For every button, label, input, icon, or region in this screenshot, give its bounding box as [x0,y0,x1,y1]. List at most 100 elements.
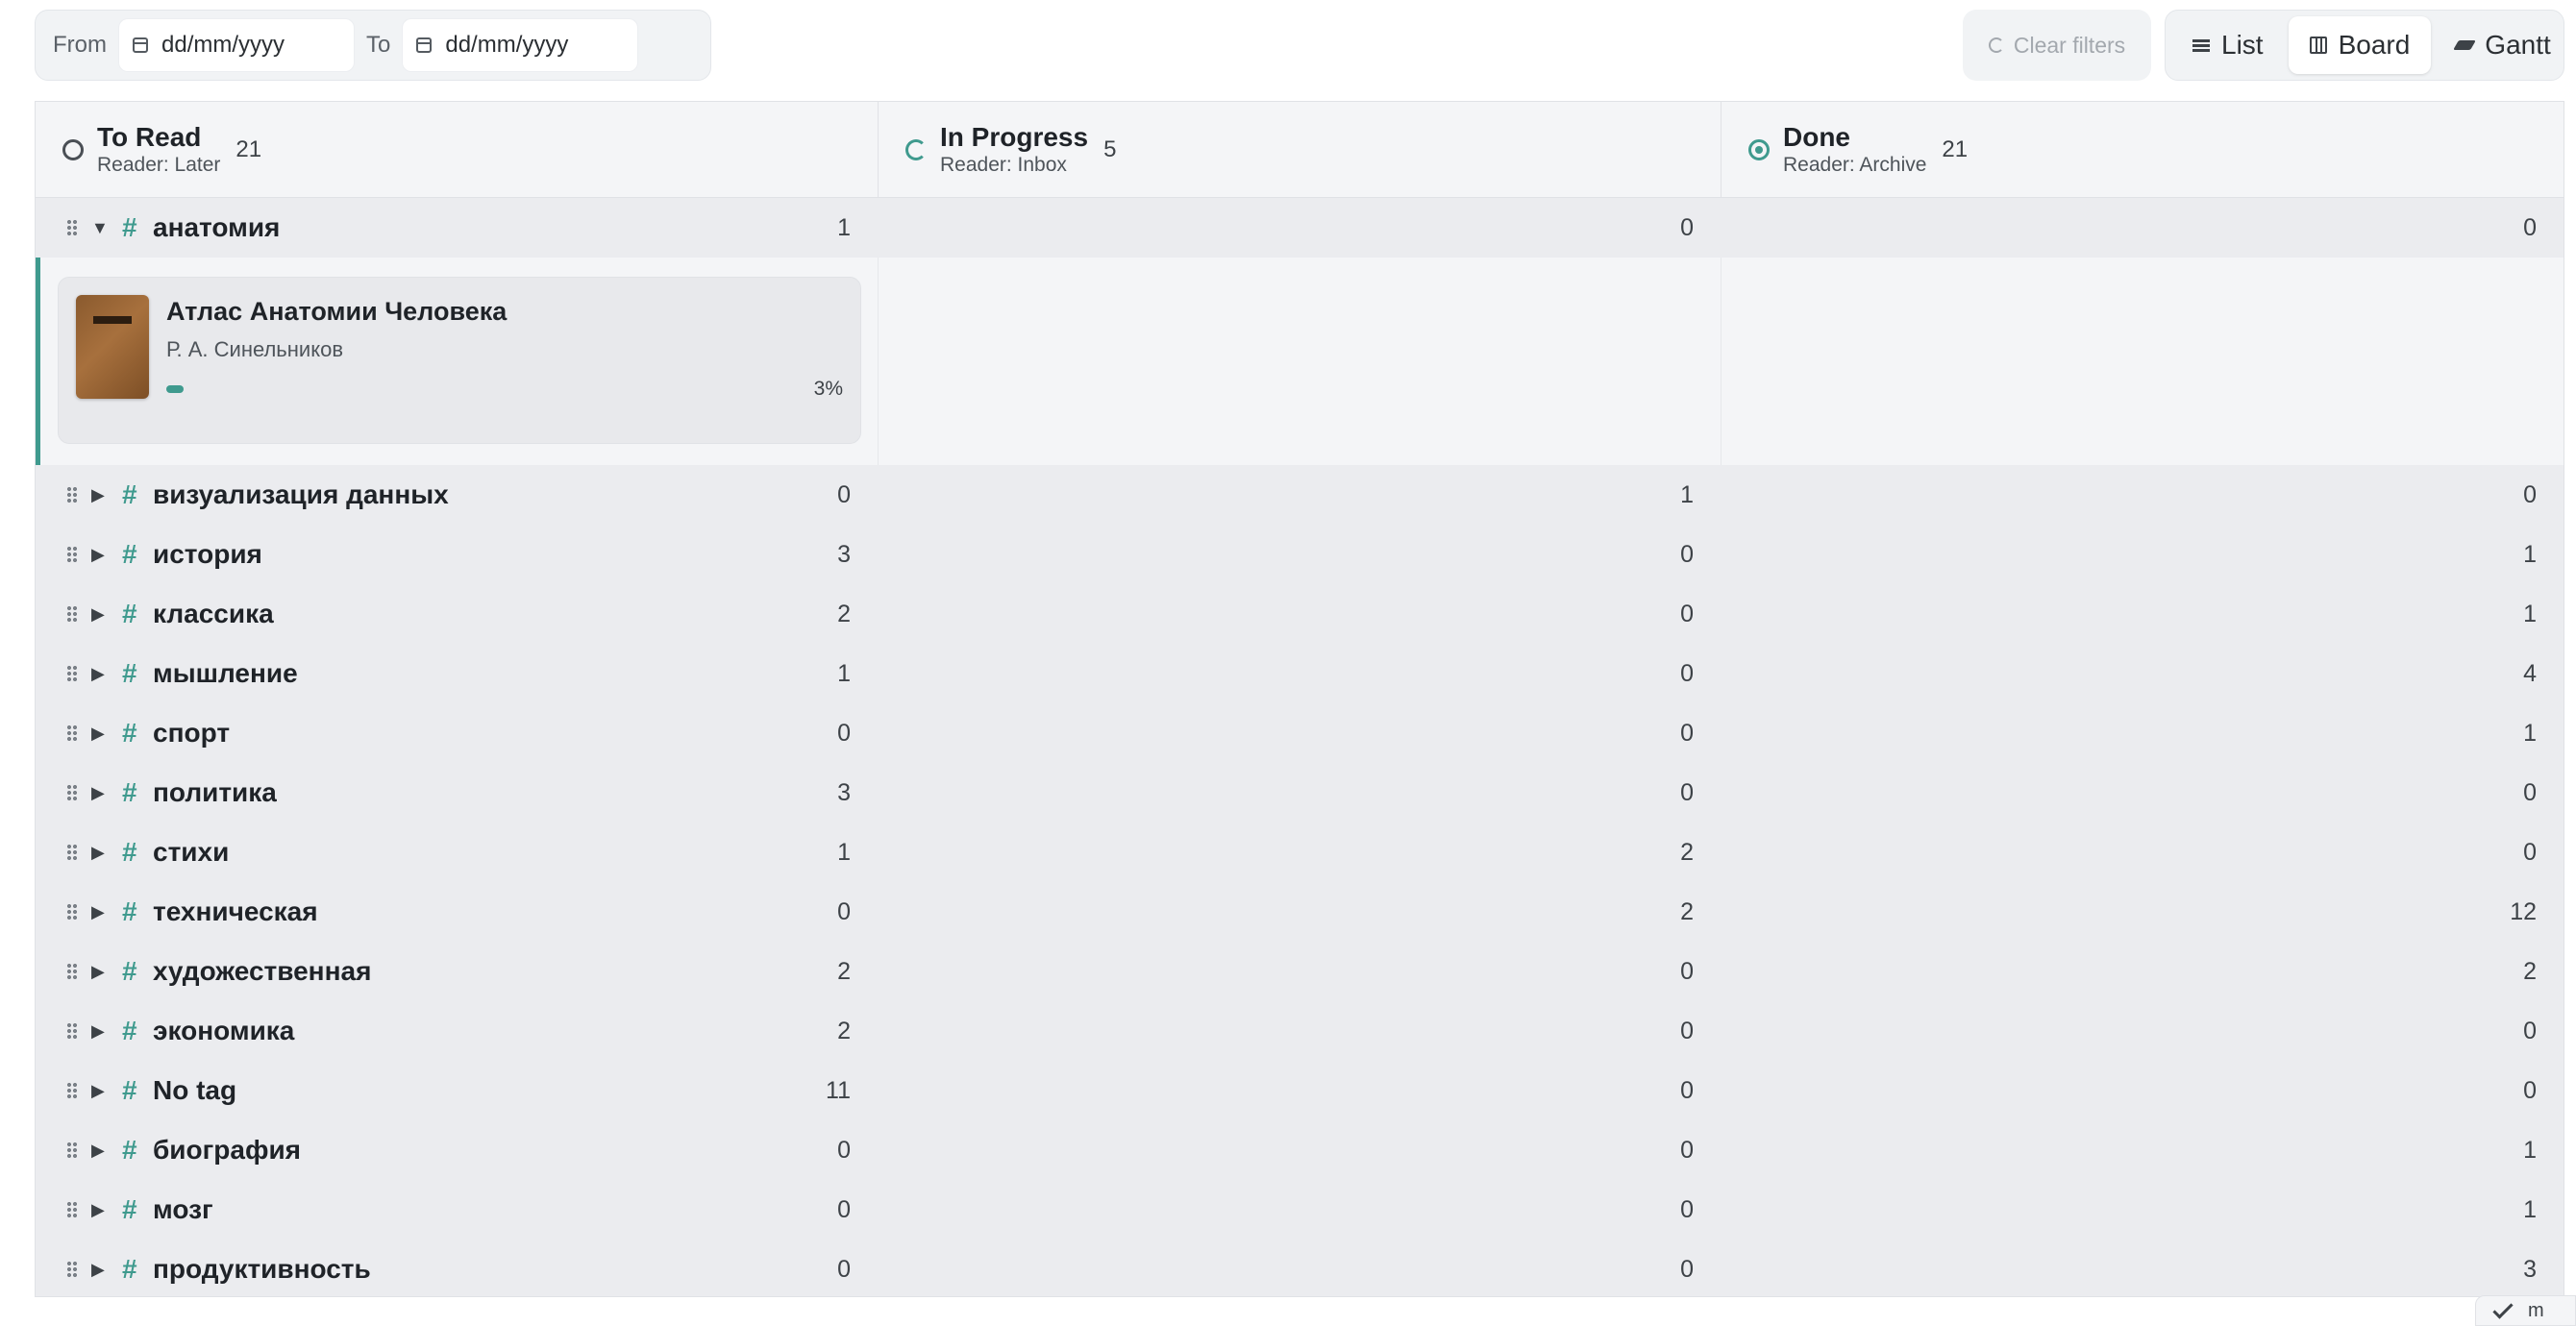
progress-circle-icon [905,138,927,160]
caret-right-icon[interactable]: ▶ [91,962,105,982]
caret-right-icon[interactable]: ▶ [91,1081,105,1101]
drag-handle-icon[interactable] [66,219,78,236]
caret-right-icon[interactable]: ▶ [91,1141,105,1161]
corner-status-badge[interactable]: m [2475,1295,2576,1326]
group-count-to-read: 2 [837,600,851,627]
view-switcher: List Board Gantt [2165,10,2564,81]
gantt-icon [2453,40,2477,50]
group-row[interactable]: ▶ # художественная 2 0 2 [36,942,2564,1001]
column-count: 5 [1103,135,1117,162]
column-title: To Read [97,121,202,152]
drag-handle-icon[interactable] [66,1201,78,1218]
group-row[interactable]: ▶ # стихи 1 2 0 [36,823,2564,882]
group-count-to-read: 2 [837,1017,851,1044]
drag-handle-icon[interactable] [66,903,78,921]
drag-handle-icon[interactable] [66,963,78,980]
group-row[interactable]: ▶ # техническая 0 2 12 [36,882,2564,942]
book-card[interactable]: Атлас Анатомии Человека Р. А. Синельнико… [58,277,861,444]
to-date-value[interactable]: dd/mm/yyyy [445,32,568,59]
group-row[interactable]: ▶ # политика 3 0 0 [36,763,2564,823]
check-icon [2492,1298,2514,1319]
group-tag-label: визуализация данных [153,479,449,509]
group-row[interactable]: ▶ # биография 0 0 1 [36,1120,2564,1180]
group-count-done: 1 [2523,719,2537,747]
drag-handle-icon[interactable] [66,724,78,742]
column-subtitle: Reader: Inbox [940,153,1067,176]
drag-handle-icon[interactable] [66,665,78,682]
group-count-in-progress: 0 [1680,600,1694,627]
book-author: Р. А. Синельников [166,337,344,361]
caret-right-icon[interactable]: ▶ [91,783,105,803]
caret-right-icon[interactable]: ▶ [91,1200,105,1220]
column-title: In Progress [940,121,1089,152]
group-count-to-read: 0 [837,1136,851,1164]
caret-right-icon[interactable]: ▶ [91,1260,105,1280]
caret-right-icon[interactable]: ▶ [91,843,105,863]
calendar-icon[interactable] [133,37,148,53]
column-headers: To Read Reader: Later 21 In Progress Rea… [36,102,2564,198]
group-row[interactable]: ▶ # визуализация данных 0 1 0 [36,465,2564,525]
group-row[interactable]: ▶ # спорт 0 0 1 [36,703,2564,763]
caret-right-icon[interactable]: ▶ [91,545,105,565]
calendar-icon[interactable] [416,37,433,53]
column-count: 21 [235,135,262,162]
view-list-button[interactable]: List [2171,16,2285,74]
caret-right-icon[interactable]: ▶ [91,664,105,684]
reset-icon [1988,37,2004,53]
drag-handle-icon[interactable] [66,1142,78,1159]
group-count-in-progress: 0 [1680,1255,1694,1283]
view-gantt-label: Gantt [2485,30,2551,60]
column-title: Done [1783,121,1850,152]
group-tag-label: анатомия [153,212,281,242]
group-count-in-progress: 0 [1680,719,1694,747]
drop-zone-to-read[interactable]: Атлас Анатомии Человека Р. А. Синельнико… [36,258,879,465]
drag-handle-icon[interactable] [66,605,78,623]
view-board-label: Board [2338,30,2411,60]
circle-outline-icon [62,138,84,160]
group-row-expanded[interactable]: ▼ # анатомия 1 0 0 [36,198,2564,258]
drop-zone-in-progress[interactable] [879,258,1721,465]
hash-icon: # [122,837,137,867]
group-row[interactable]: ▶ # продуктивность 0 0 3 [36,1240,2564,1296]
group-row[interactable]: ▶ # мышление 1 0 4 [36,644,2564,703]
drag-handle-icon[interactable] [66,486,78,503]
drag-handle-icon[interactable] [66,844,78,861]
hash-icon: # [122,1135,137,1165]
from-date-value[interactable]: dd/mm/yyyy [161,32,285,59]
clear-filters-button[interactable]: Clear filters [1963,10,2151,81]
from-date-input[interactable]: dd/mm/yyyy [118,18,355,72]
caret-right-icon[interactable]: ▶ [91,1021,105,1042]
group-count-done: 0 [2523,480,2537,508]
to-date-input[interactable]: dd/mm/yyyy [402,18,639,72]
hash-icon: # [122,1075,137,1105]
group-count-done: 1 [2523,540,2537,568]
caret-down-icon[interactable]: ▼ [91,218,109,238]
group-count-in-progress: 1 [1680,480,1694,508]
group-count-in-progress: 0 [1680,1195,1694,1223]
caret-right-icon[interactable]: ▶ [91,724,105,744]
group-row[interactable]: ▶ # No tag 11 0 0 [36,1061,2564,1120]
group-tag-label: No tag [153,1075,237,1105]
drag-handle-icon[interactable] [66,1261,78,1278]
date-filter-bar: From dd/mm/yyyy To dd/mm/yyyy [35,10,711,81]
drag-handle-icon[interactable] [66,546,78,563]
view-gantt-button[interactable]: Gantt [2435,16,2571,74]
caret-right-icon[interactable]: ▶ [91,902,105,922]
drag-handle-icon[interactable] [66,1022,78,1040]
drop-zone-done[interactable] [1721,258,2564,465]
hash-icon: # [122,956,137,986]
group-row[interactable]: ▶ # мозг 0 0 1 [36,1180,2564,1240]
view-board-button[interactable]: Board [2288,16,2432,74]
caret-right-icon[interactable]: ▶ [91,604,105,625]
drag-handle-icon[interactable] [66,1082,78,1099]
group-count-in-progress: 0 [1680,1017,1694,1044]
caret-right-icon[interactable]: ▶ [91,485,105,505]
group-row[interactable]: ▶ # классика 2 0 1 [36,584,2564,644]
group-count-to-read: 3 [837,540,851,568]
column-subtitle: Reader: Archive [1783,153,1927,176]
group-count-in-progress: 2 [1680,838,1694,866]
drag-handle-icon[interactable] [66,784,78,801]
group-tag-label: мозг [153,1194,213,1224]
group-row[interactable]: ▶ # экономика 2 0 0 [36,1001,2564,1061]
group-row[interactable]: ▶ # история 3 0 1 [36,525,2564,584]
